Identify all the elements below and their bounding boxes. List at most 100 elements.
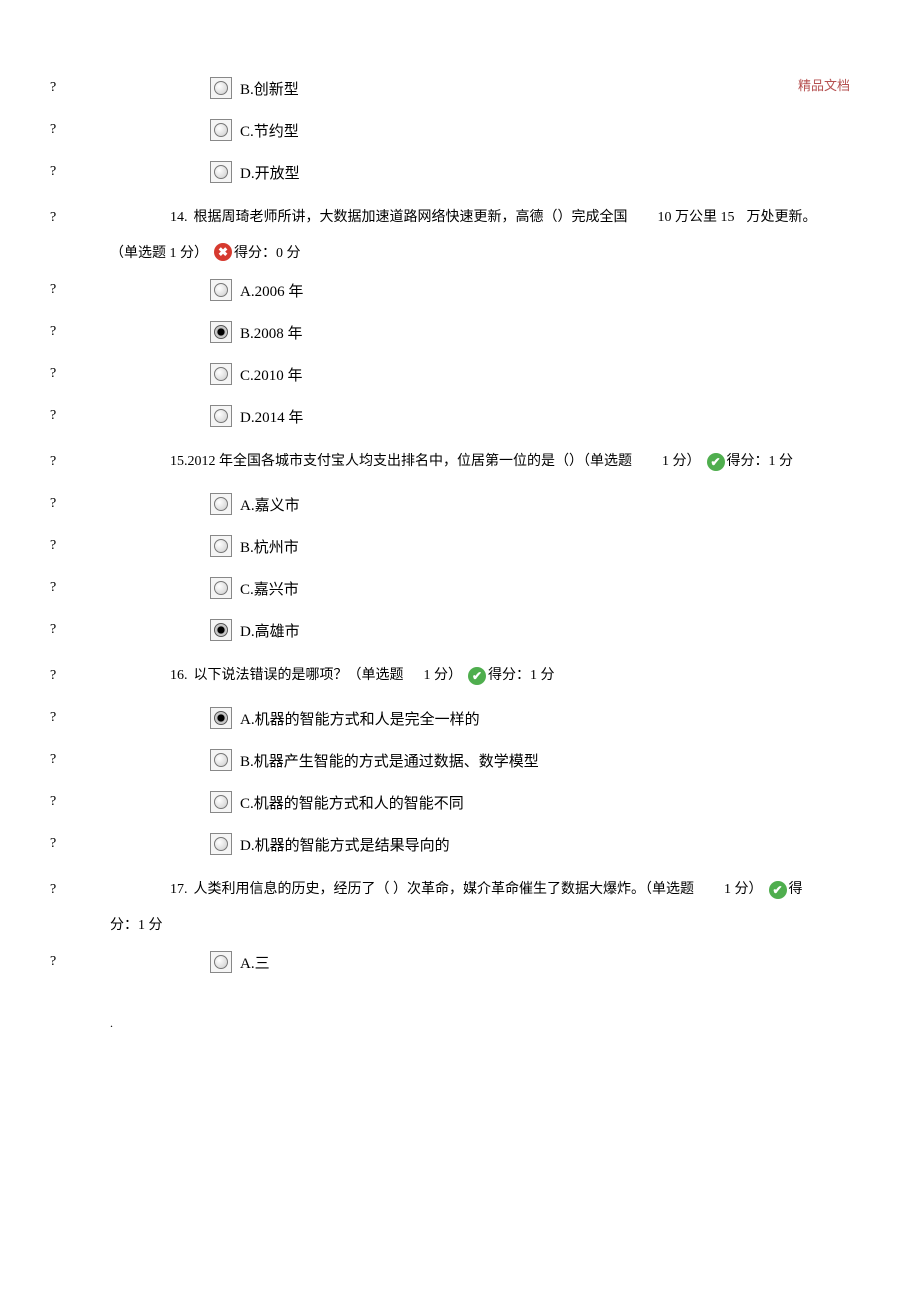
bullet: ?	[50, 662, 90, 690]
bullet: ?	[50, 496, 90, 512]
bullet: ?	[50, 204, 90, 232]
question-number: 16.	[170, 662, 188, 690]
option-row: ? B.机器产生智能的方式是通过数据、数学模型	[50, 746, 870, 774]
bullet: ?	[50, 794, 90, 810]
option-row: ? A.2006 年	[50, 276, 870, 304]
meta-text: 1 分）	[424, 662, 463, 690]
option-label: B.机器产生智能的方式是通过数据、数学模型	[240, 750, 539, 771]
score-label: 得分：1 分	[727, 448, 794, 476]
radio-unchecked-icon[interactable]	[210, 77, 232, 99]
meta-text: 1 分）	[662, 448, 701, 476]
option-row: ? C.节约型	[50, 116, 870, 144]
option-label: C.节约型	[240, 120, 299, 141]
radio-unchecked-icon[interactable]	[210, 749, 232, 771]
bullet: ?	[50, 876, 90, 904]
radio-unchecked-icon[interactable]	[210, 279, 232, 301]
meta-text: （单选题 1 分）	[110, 242, 208, 262]
footer-dot: .	[110, 1016, 870, 1031]
option-row: ? B.2008 年	[50, 318, 870, 346]
bullet: ?	[50, 710, 90, 726]
score-label: 得分：0 分	[234, 242, 301, 262]
option-label: A.三	[240, 952, 270, 973]
option-row: ? C.机器的智能方式和人的智能不同	[50, 788, 870, 816]
question-text: 以下说法错误的是哪项？（单选题	[194, 662, 404, 690]
option-label: A.嘉义市	[240, 494, 300, 515]
bullet: ?	[50, 366, 90, 382]
question-text: 2012 年全国各城市支付宝人均支出排名中，位居第一位的是（）（单选题	[188, 448, 633, 476]
bullet: ?	[50, 324, 90, 340]
option-label: B.创新型	[240, 78, 299, 99]
radio-unchecked-icon[interactable]	[210, 535, 232, 557]
bullet: ?	[50, 408, 90, 424]
question-text: 万处更新。	[747, 204, 817, 232]
correct-icon: ✔	[707, 453, 725, 471]
option-label: A.2006 年	[240, 280, 303, 301]
question-text: 根据周琦老师所讲，大数据加速道路网络快速更新，高德（）完成全国	[194, 204, 628, 232]
question-number: 15.	[170, 448, 188, 476]
option-row: ? D.机器的智能方式是结果导向的	[50, 830, 870, 858]
radio-checked-icon[interactable]	[210, 321, 232, 343]
option-label: D.机器的智能方式是结果导向的	[240, 834, 450, 855]
meta-text: 1 分）	[724, 876, 763, 904]
radio-checked-icon[interactable]	[210, 707, 232, 729]
question-meta: （单选题 1 分） ✖ 得分：0 分	[110, 242, 870, 262]
option-label: C.2010 年	[240, 364, 303, 385]
bullet: ?	[50, 122, 90, 138]
radio-unchecked-icon[interactable]	[210, 363, 232, 385]
bullet: ?	[50, 80, 90, 96]
question-text: 10 万公里 15	[658, 204, 735, 232]
score-label: 分：1 分	[110, 914, 163, 934]
question-stem: ? 17. 人类利用信息的历史，经历了（ ）次革命，媒介革命催生了数据大爆炸。（…	[50, 876, 870, 904]
radio-unchecked-icon[interactable]	[210, 577, 232, 599]
bullet: ?	[50, 448, 90, 476]
question-number: 17.	[170, 876, 188, 904]
option-row: ? D.2014 年	[50, 402, 870, 430]
bullet: ?	[50, 282, 90, 298]
score-label: 得分：1 分	[488, 662, 555, 690]
bullet: ?	[50, 538, 90, 554]
question-text: 人类利用信息的历史，经历了（ ）次革命，媒介革命催生了数据大爆炸。（单选题	[194, 876, 695, 904]
bullet: ?	[50, 580, 90, 596]
option-row: ? C.嘉兴市	[50, 574, 870, 602]
question-stem: ? 14. 根据周琦老师所讲，大数据加速道路网络快速更新，高德（）完成全国 10…	[50, 204, 870, 232]
option-label: D.开放型	[240, 162, 300, 183]
radio-unchecked-icon[interactable]	[210, 493, 232, 515]
document-page: ? B.创新型 ? C.节约型 ? D.开放型 ? 14. 根据周琦老师所讲，大…	[0, 0, 920, 1071]
radio-unchecked-icon[interactable]	[210, 951, 232, 973]
option-row: ? B.杭州市	[50, 532, 870, 560]
option-row: ? A.三	[50, 948, 870, 976]
radio-checked-icon[interactable]	[210, 619, 232, 641]
option-label: B.2008 年	[240, 322, 303, 343]
option-label: C.机器的智能方式和人的智能不同	[240, 792, 464, 813]
score-label: 得	[789, 876, 803, 904]
option-label: B.杭州市	[240, 536, 299, 557]
option-row: ? A.机器的智能方式和人是完全一样的	[50, 704, 870, 732]
bullet: ?	[50, 622, 90, 638]
correct-icon: ✔	[769, 881, 787, 899]
option-row: ? C.2010 年	[50, 360, 870, 388]
bullet: ?	[50, 954, 90, 970]
option-label: D.2014 年	[240, 406, 303, 427]
bullet: ?	[50, 752, 90, 768]
question-number: 14.	[170, 204, 188, 232]
option-label: A.机器的智能方式和人是完全一样的	[240, 708, 480, 729]
option-row: ? A.嘉义市	[50, 490, 870, 518]
watermark: 精品文档	[798, 75, 850, 94]
radio-unchecked-icon[interactable]	[210, 119, 232, 141]
bullet: ?	[50, 836, 90, 852]
option-row: ? D.高雄市	[50, 616, 870, 644]
bullet: ?	[50, 164, 90, 180]
question-meta: 分：1 分	[110, 914, 870, 934]
wrong-icon: ✖	[214, 243, 232, 261]
radio-unchecked-icon[interactable]	[210, 791, 232, 813]
option-row: ? B.创新型	[50, 74, 870, 102]
correct-icon: ✔	[468, 667, 486, 685]
option-label: D.高雄市	[240, 620, 300, 641]
radio-unchecked-icon[interactable]	[210, 405, 232, 427]
option-row: ? D.开放型	[50, 158, 870, 186]
radio-unchecked-icon[interactable]	[210, 161, 232, 183]
radio-unchecked-icon[interactable]	[210, 833, 232, 855]
question-stem: ? 16. 以下说法错误的是哪项？（单选题 1 分） ✔ 得分：1 分	[50, 662, 870, 690]
question-stem: ? 15. 2012 年全国各城市支付宝人均支出排名中，位居第一位的是（）（单选…	[50, 448, 870, 476]
option-label: C.嘉兴市	[240, 578, 299, 599]
